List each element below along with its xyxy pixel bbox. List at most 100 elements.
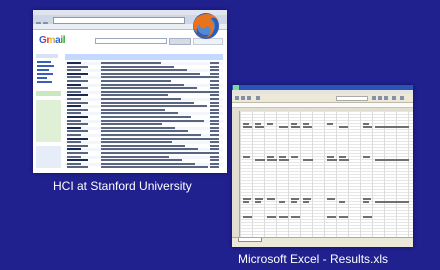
- worksheet-cell: [339, 159, 349, 161]
- sidebar-item: [37, 81, 52, 83]
- worksheet-cell: [375, 159, 409, 161]
- underline-icon: [384, 96, 388, 100]
- worksheet-cell: [279, 159, 289, 161]
- worksheet-cell: [291, 201, 297, 203]
- worksheet-cell: [291, 198, 299, 200]
- worksheet-cell: [267, 216, 276, 218]
- worksheet-cell: [255, 159, 265, 161]
- window-thumbnail-excel[interactable]: [232, 85, 413, 247]
- save-icon: [247, 96, 251, 100]
- message-row: [65, 116, 223, 119]
- sidebar-item: [37, 65, 54, 67]
- excel-toolbar: [232, 94, 413, 103]
- window-caption-browser: HCI at Stanford University: [53, 179, 192, 193]
- message-row: [65, 72, 223, 76]
- worksheet-cell: [303, 198, 311, 200]
- message-row: [65, 87, 223, 90]
- worksheet-cell: [279, 201, 285, 203]
- message-row: [65, 62, 223, 65]
- status-bar: [232, 242, 413, 247]
- message-row: [65, 105, 223, 109]
- gmail-page: Gmail: [33, 30, 227, 173]
- message-row: [65, 137, 223, 141]
- message-row: [65, 130, 223, 133]
- gmail-logo: Gmail: [39, 35, 66, 46]
- worksheet-cell: [339, 216, 348, 218]
- fill-color-icon: [400, 96, 404, 100]
- contacts-box: [36, 91, 61, 96]
- address-bar: [53, 17, 185, 24]
- message-row: [65, 162, 223, 166]
- bold-icon: [372, 96, 376, 100]
- worksheet-cell: [267, 123, 273, 125]
- worksheet-cell: [291, 216, 300, 218]
- worksheet-cell: [363, 123, 369, 125]
- message-row: [65, 166, 223, 169]
- gmail-sidebar: [36, 54, 62, 172]
- worksheet-cell: [363, 216, 372, 218]
- message-row: [65, 98, 223, 101]
- message-row: [65, 134, 223, 137]
- worksheet-cell: [303, 159, 313, 161]
- worksheet-cell: [339, 126, 348, 128]
- gmail-search-input: [95, 38, 167, 44]
- worksheet-cell: [255, 123, 261, 125]
- worksheet-cell: [279, 156, 286, 158]
- message-row: [65, 152, 223, 155]
- worksheet-cell: [267, 159, 277, 161]
- message-row: [65, 144, 223, 148]
- worksheet-cell: [339, 201, 345, 203]
- worksheet-cell: [303, 123, 309, 125]
- message-row: [65, 94, 223, 97]
- worksheet-cell: [327, 159, 337, 161]
- message-row: [65, 159, 223, 162]
- message-row: [65, 123, 223, 126]
- worksheet-cell: [243, 123, 249, 125]
- worksheet-cell: [363, 198, 371, 200]
- compose-link: [36, 54, 58, 58]
- italic-icon: [378, 96, 382, 100]
- window-caption-excel: Microsoft Excel - Results.xls: [238, 252, 389, 266]
- worksheet-cell: [243, 198, 251, 200]
- sidebar-item: [37, 77, 47, 79]
- worksheet-cell: [303, 126, 312, 128]
- message-list-header: [65, 54, 223, 60]
- worksheet-cell: [327, 123, 333, 125]
- print-icon: [256, 96, 260, 100]
- message-row: [65, 155, 223, 159]
- message-row: [65, 119, 223, 123]
- message-row: [65, 108, 223, 112]
- message-row: [65, 76, 223, 80]
- worksheet-cell: [375, 126, 409, 128]
- row-headers: [232, 111, 240, 237]
- gmail-message-list: [65, 54, 223, 172]
- message-row: [65, 80, 223, 83]
- message-row: [65, 83, 223, 87]
- message-row: [65, 112, 223, 116]
- gmail-logo-text: Gmail: [39, 35, 66, 46]
- worksheet-cell: [255, 201, 261, 203]
- sidebar-item: [37, 69, 49, 71]
- worksheet-cell: [303, 201, 309, 203]
- worksheet-cell: [291, 156, 298, 158]
- worksheet-cell: [327, 216, 336, 218]
- worksheet-cell: [255, 126, 264, 128]
- align-icon: [392, 96, 396, 100]
- invite-box: [36, 146, 61, 168]
- worksheet-cell: [243, 201, 249, 203]
- firefox-icon: [193, 13, 219, 39]
- message-row: [65, 126, 223, 130]
- worksheet-cell: [267, 198, 275, 200]
- sidebar-item: [37, 73, 53, 75]
- font-box: [336, 96, 368, 101]
- message-row: [65, 90, 223, 94]
- worksheet-cell: [327, 198, 335, 200]
- worksheet-cell: [291, 123, 297, 125]
- window-thumbnail-browser[interactable]: Gmail: [33, 10, 227, 173]
- worksheet-cell: [291, 126, 300, 128]
- message-row: [65, 148, 223, 152]
- worksheet-grid: [240, 111, 413, 237]
- message-row: [65, 141, 223, 145]
- message-row: [65, 101, 223, 105]
- worksheet-cell: [327, 156, 334, 158]
